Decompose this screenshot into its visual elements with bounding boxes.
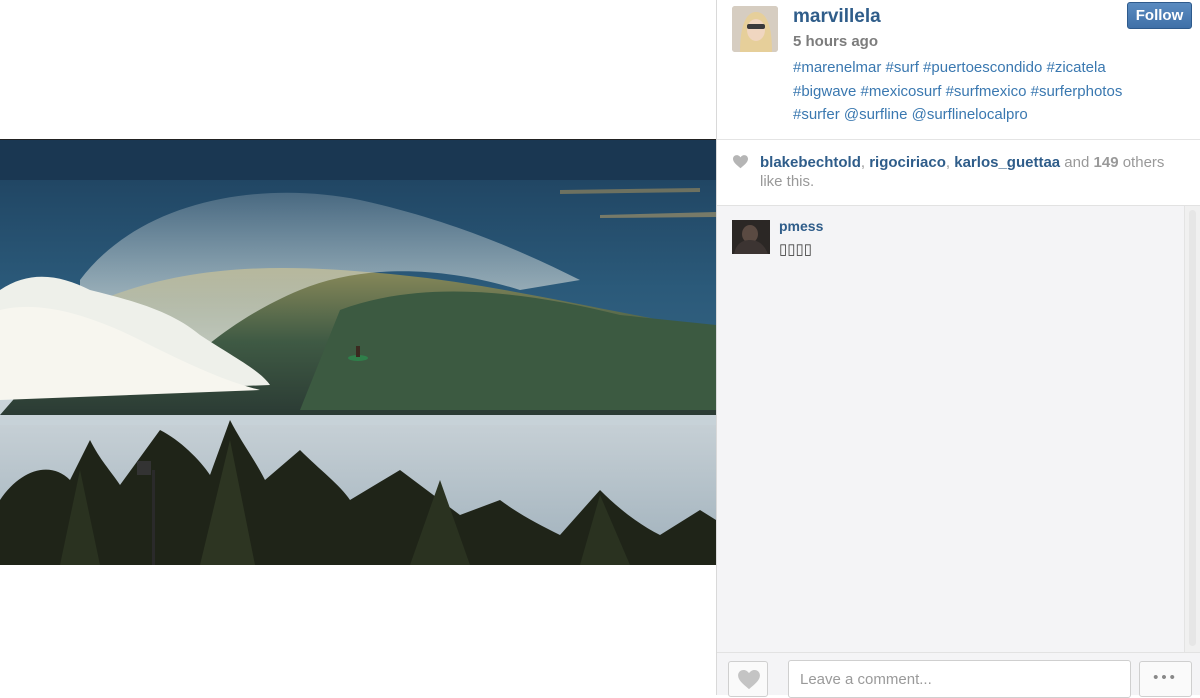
post-photo[interactable] — [0, 139, 716, 565]
likes-section: blakebechtold, rigociriaco, karlos_guett… — [717, 140, 1200, 206]
caption-line[interactable]: #surfer @surfline @surflinelocalpro — [793, 103, 1183, 127]
comment-username[interactable]: pmess — [779, 218, 823, 234]
post-caption: #marenelmar #surf #puertoescondido #zica… — [793, 56, 1183, 127]
avatar-portrait-icon — [732, 220, 770, 254]
likes-text: blakebechtold, rigociriaco, karlos_guett… — [760, 153, 1190, 191]
photo-column — [0, 0, 716, 695]
separator: , — [860, 154, 870, 171]
liker-link[interactable]: rigociriaco — [869, 154, 946, 171]
and-text: and — [1060, 154, 1094, 171]
like-button[interactable] — [728, 661, 768, 697]
post-timestamp: 5 hours ago — [793, 33, 879, 50]
comment-input[interactable] — [788, 660, 1131, 698]
liker-link[interactable]: karlos_guettaa — [954, 154, 1060, 171]
post-header: marvillela 5 hours ago #marenelmar #surf… — [717, 0, 1200, 140]
caption-line[interactable]: #marenelmar #surf #puertoescondido #zica… — [793, 56, 1183, 80]
avatar-portrait-icon — [732, 6, 778, 52]
user-avatar[interactable] — [732, 6, 778, 52]
liker-link[interactable]: blakebechtold — [760, 154, 861, 171]
comment-footer: ••• — [717, 652, 1200, 698]
more-dots-icon: ••• — [1153, 669, 1178, 686]
caption-line[interactable]: #bigwave #mexicosurf #surfmexico #surfer… — [793, 80, 1183, 104]
heart-icon — [733, 155, 748, 169]
comment-text: ▯▯▯▯ — [779, 241, 813, 258]
post-details-panel: marvillela 5 hours ago #marenelmar #surf… — [716, 0, 1200, 698]
more-options-button[interactable]: ••• — [1139, 661, 1192, 697]
scrollbar-thumb[interactable] — [1189, 210, 1196, 646]
separator: , — [945, 154, 955, 171]
comments-list: pmess ▯▯▯▯ — [717, 206, 1184, 652]
follow-button[interactable]: Follow — [1127, 2, 1192, 29]
likes-count[interactable]: 149 — [1094, 154, 1119, 171]
heart-icon — [738, 670, 760, 690]
commenter-avatar[interactable] — [732, 220, 770, 254]
surf-wave-photo — [0, 140, 716, 565]
post-username[interactable]: marvillela — [793, 6, 881, 28]
comments-scrollbar[interactable] — [1184, 206, 1200, 652]
